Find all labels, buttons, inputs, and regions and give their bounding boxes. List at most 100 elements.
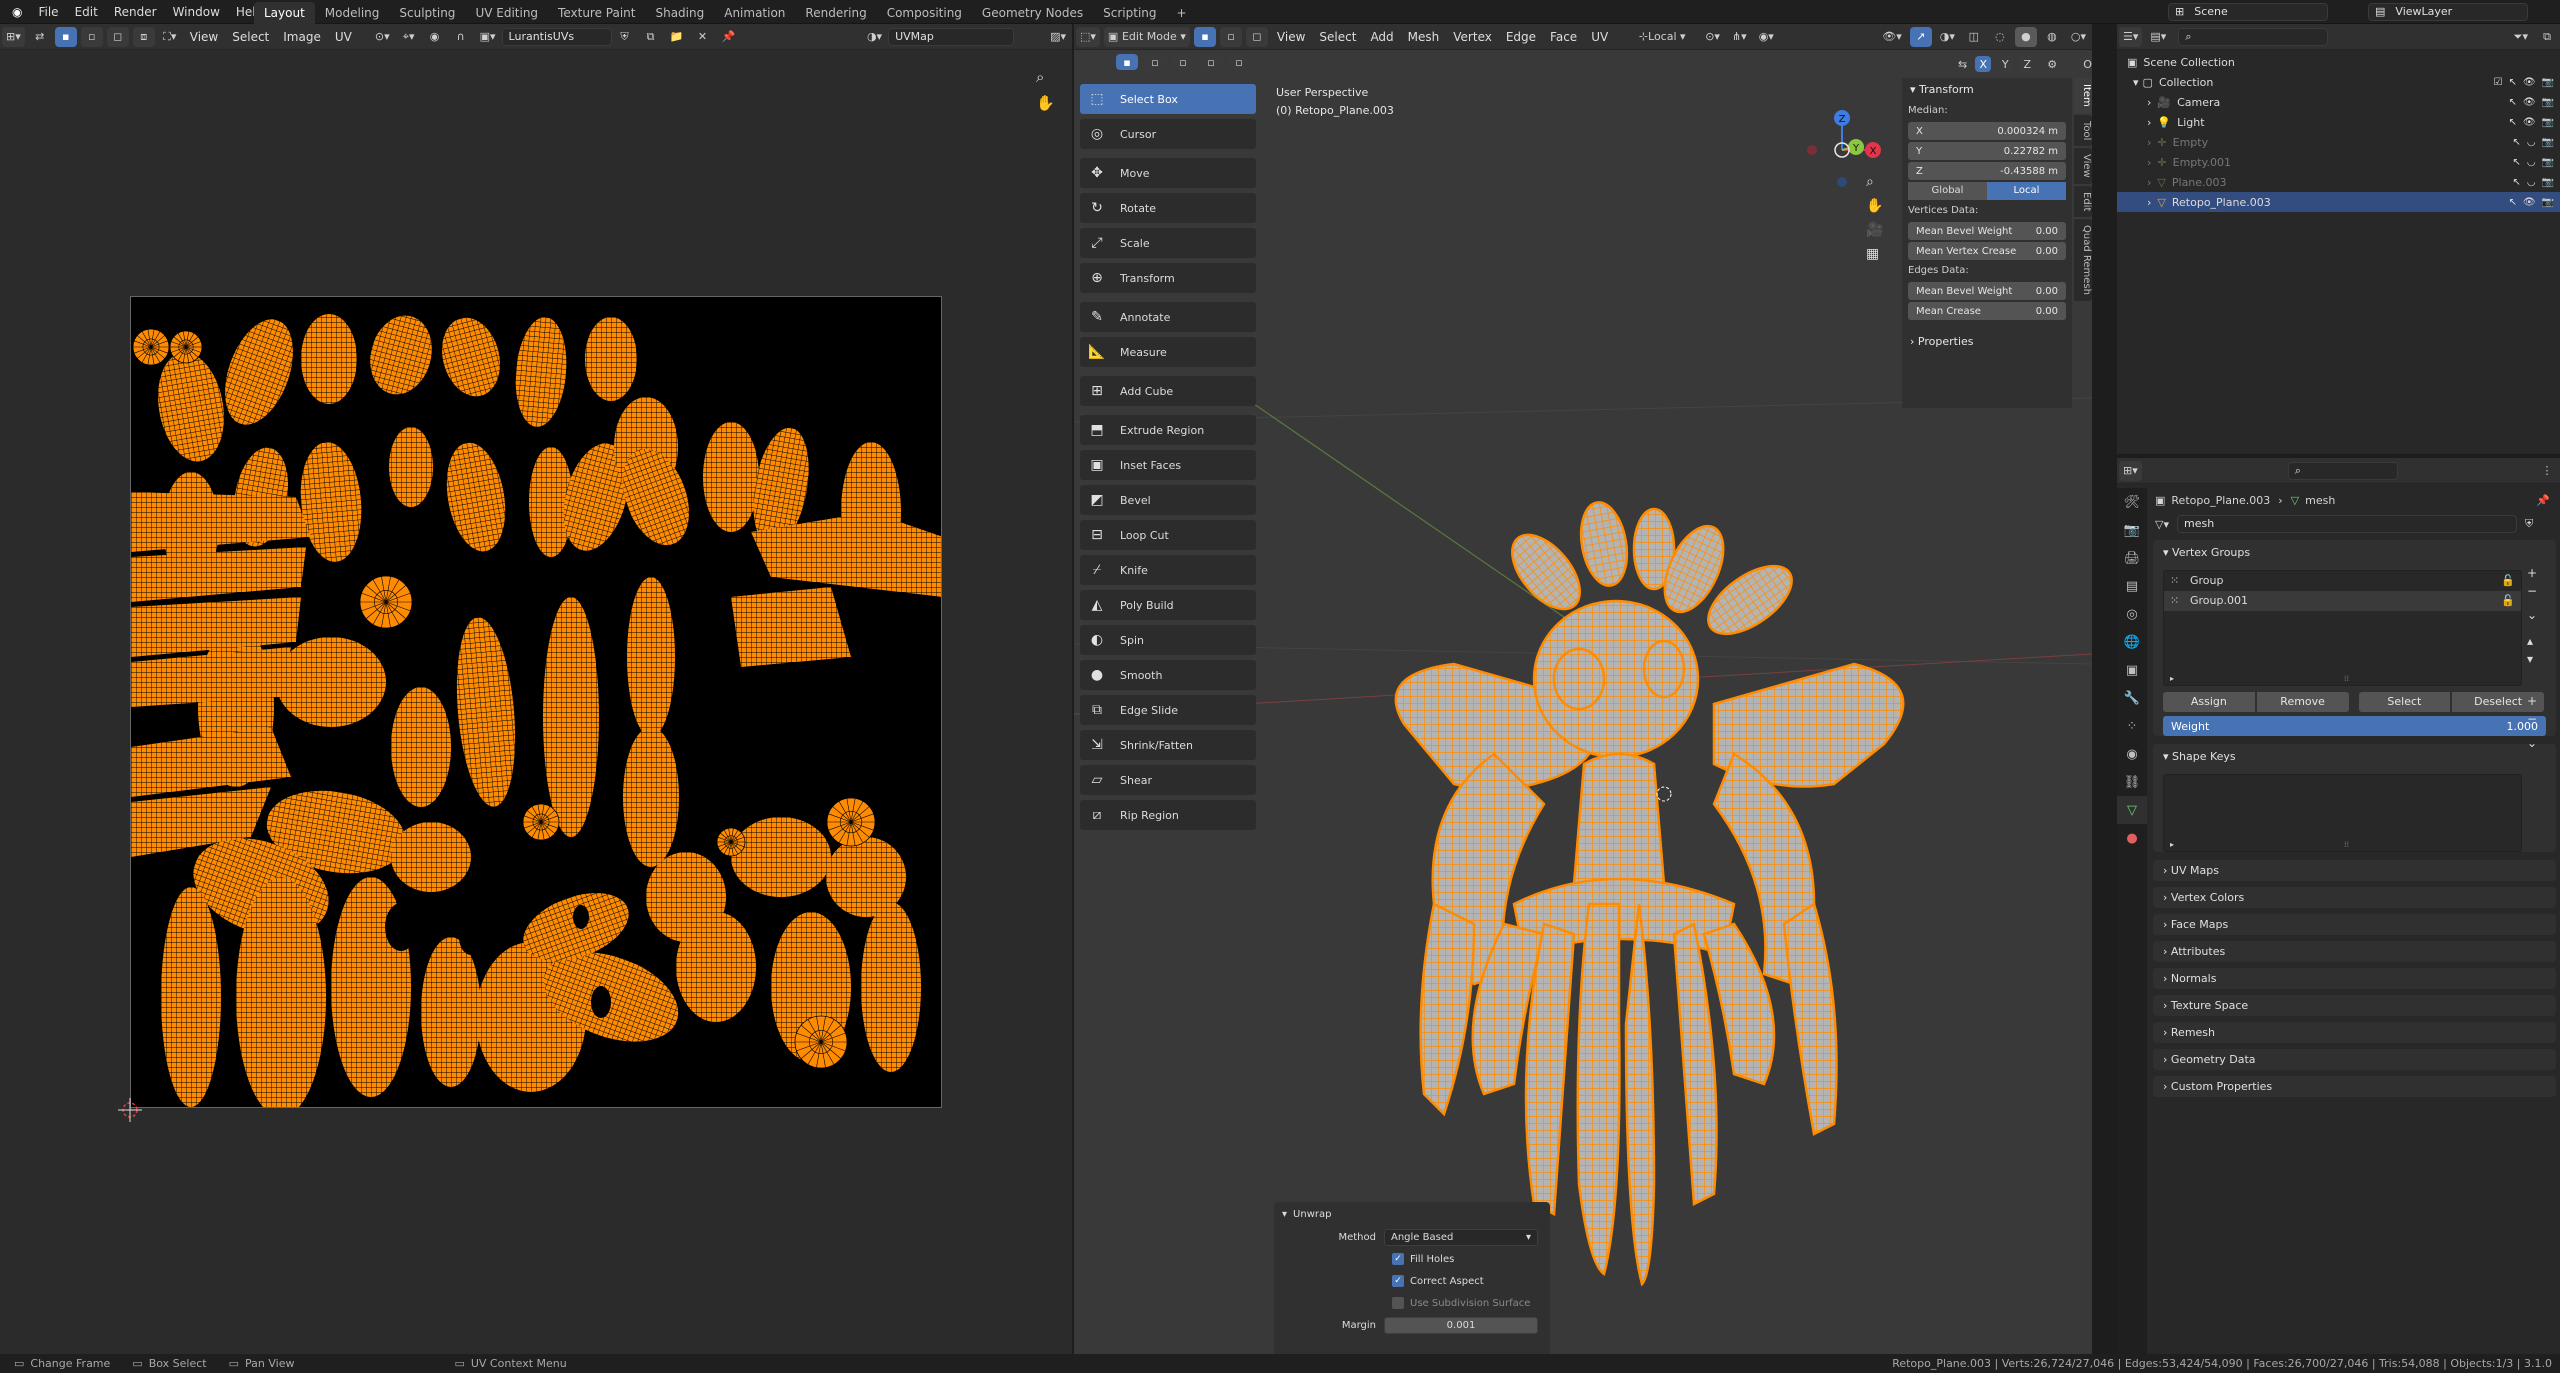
mean-bevel-weight-field[interactable]: Mean Bevel Weight 0.00 <box>1908 222 2066 240</box>
properties-panel-header[interactable]: › Properties <box>1902 330 2072 354</box>
scene-selector[interactable]: ⊞ Scene <box>2168 3 2328 21</box>
tab-uv-editing[interactable]: UV Editing <box>465 2 548 24</box>
tab-sculpting[interactable]: Sculpting <box>389 2 465 24</box>
render-tab-icon[interactable]: 📷 <box>2117 516 2147 544</box>
use-subdivision-row[interactable]: Use Subdivision Surface <box>1274 1292 1550 1314</box>
select-arrow-icon[interactable]: ↖ <box>2508 117 2516 128</box>
zoom-icon[interactable]: ⌕ <box>1036 68 1044 86</box>
assign-button[interactable]: Assign <box>2163 692 2255 712</box>
tab-quad-remesh[interactable]: Quad Remesh <box>2074 219 2092 302</box>
island-select-mode-icon[interactable]: ⧈ <box>132 26 155 47</box>
select-arrow-icon[interactable]: ↖ <box>2512 177 2520 188</box>
expand-arrow-icon[interactable]: › <box>2147 156 2151 169</box>
median-x-field[interactable]: X 0.000324 m <box>1908 122 2066 140</box>
edge-select-mode-icon[interactable]: ▫ <box>80 26 103 47</box>
tool-smooth[interactable]: ● Smooth <box>1080 660 1256 690</box>
object-tab-icon[interactable]: ▣ <box>2117 656 2147 684</box>
uv-menu-select[interactable]: Select <box>225 30 276 44</box>
section-remesh[interactable]: › Remesh <box>2153 1022 2556 1043</box>
vertex-group-item[interactable]: ⁙ Group 🔓 <box>2164 571 2521 591</box>
outliner-item[interactable]: › 💡 Light ↖ 👁 📷 <box>2117 112 2560 132</box>
tool-knife[interactable]: ⌿ Knife <box>1080 555 1256 585</box>
mean-vertex-crease-field[interactable]: Mean Vertex Crease 0.00 <box>1908 242 2066 260</box>
camera-render-icon[interactable]: 📷 <box>2542 137 2554 148</box>
world-tab-icon[interactable]: 🌐 <box>2117 628 2147 656</box>
tool-rip-region[interactable]: ⧄ Rip Region <box>1080 800 1256 830</box>
select-arrow-icon[interactable]: ↖ <box>2512 137 2520 148</box>
scene-collection-row[interactable]: ▣ Scene Collection <box>2117 52 2560 72</box>
snap-icon[interactable]: ⌖▾ <box>398 27 420 47</box>
tab-tool[interactable]: Tool <box>2074 114 2092 147</box>
sync-selection-icon[interactable]: ⇄ <box>29 27 51 47</box>
tool-spin[interactable]: ◐ Spin <box>1080 625 1256 655</box>
pin-properties-icon[interactable]: 📌 <box>2536 494 2550 507</box>
select-arrow-icon[interactable]: ↖ <box>2508 97 2516 108</box>
outliner-item[interactable]: › ✛ Empty.001 ↖ ◡ 📷 <box>2117 152 2560 172</box>
section-geometry-data[interactable]: › Geometry Data <box>2153 1049 2556 1070</box>
eye-icon[interactable]: 👁 <box>2523 97 2536 108</box>
eye-icon[interactable]: ◡ <box>2527 177 2536 188</box>
remove-shape-key-icon[interactable]: − <box>2527 712 2537 726</box>
properties-search-input[interactable]: ⌕ <box>2287 461 2398 480</box>
select-arrow-icon[interactable]: ↖ <box>2508 197 2516 208</box>
uv-map-field[interactable]: UVMap <box>888 27 1015 46</box>
tool-edge-slide[interactable]: ⧉ Edge Slide <box>1080 695 1256 725</box>
tab-view[interactable]: View <box>2074 148 2092 184</box>
lock-icon[interactable]: 🔓 <box>2501 571 2515 591</box>
section-uv-maps[interactable]: › UV Maps <box>2153 860 2556 881</box>
physics-tab-icon[interactable]: ◉ <box>2117 740 2147 768</box>
select-arrow-icon[interactable]: ↖ <box>2512 157 2520 168</box>
tab-modeling[interactable]: Modeling <box>315 2 390 24</box>
outliner-item[interactable]: › ▽ Retopo_Plane.003 ↖ 👁 📷 <box>2117 192 2560 212</box>
open-image-icon[interactable]: 📁 <box>666 27 688 47</box>
eye-icon[interactable]: 👁 <box>2523 77 2536 88</box>
camera-render-icon[interactable]: 📷 <box>2542 197 2554 208</box>
tab-layout[interactable]: Layout <box>254 2 315 24</box>
fill-holes-row[interactable]: ✓ Fill Holes <box>1274 1248 1550 1270</box>
section-attributes[interactable]: › Attributes <box>2153 941 2556 962</box>
new-collection-icon[interactable]: ⧉ <box>2536 27 2558 47</box>
tool-bevel[interactable]: ◩ Bevel <box>1080 485 1256 515</box>
mean-crease-field[interactable]: Mean Crease 0.00 <box>1908 302 2066 320</box>
local-button[interactable]: Local <box>1987 182 2066 200</box>
view-layer-selector[interactable]: ▤ ViewLayer <box>2368 3 2528 21</box>
uv-layout-canvas[interactable] <box>130 296 942 1108</box>
image-name-field[interactable]: LurantisUVs <box>501 27 612 46</box>
outliner-item[interactable]: › 🎥 Camera ↖ 👁 📷 <box>2117 92 2560 112</box>
particles-tab-icon[interactable]: ⁘ <box>2117 712 2147 740</box>
menu-render[interactable]: Render <box>106 0 165 24</box>
menu-window[interactable]: Window <box>165 0 228 24</box>
2d-cursor-icon[interactable] <box>118 1098 142 1122</box>
scene-tab-icon[interactable]: ◎ <box>2117 600 2147 628</box>
sk-list-expand-icon[interactable]: ▸ <box>2170 840 2174 849</box>
camera-view-icon[interactable]: 🎥 <box>1866 222 1883 238</box>
move-down-icon[interactable]: ▾ <box>2527 652 2537 666</box>
section-texture-space[interactable]: › Texture Space <box>2153 995 2556 1016</box>
tab-compositing[interactable]: Compositing <box>877 2 972 24</box>
uv-editor[interactable]: ⊞▾ ⇄ ▪ ▫ ◻ ⧈ ⛶▾ View Select Image UV ⊙▾ … <box>0 24 1072 1354</box>
tab-rendering[interactable]: Rendering <box>795 2 876 24</box>
vertex-group-item[interactable]: ⁙ Group.001 🔓 <box>2164 591 2521 611</box>
median-z-field[interactable]: Z -0.43588 m <box>1908 162 2066 180</box>
method-dropdown[interactable]: Angle Based ▾ <box>1384 1228 1538 1246</box>
tool-shrink-fatten[interactable]: ⇲ Shrink/Fatten <box>1080 730 1256 760</box>
modifier-tab-icon[interactable]: 🔧 <box>2117 684 2147 712</box>
uv-menu-view[interactable]: View <box>183 30 225 44</box>
tab-animation[interactable]: Animation <box>714 2 795 24</box>
sticky-selection-icon[interactable]: ⛶▾ <box>159 27 181 47</box>
section-normals[interactable]: › Normals <box>2153 968 2556 989</box>
output-tab-icon[interactable]: 🖨 <box>2117 544 2147 572</box>
global-button[interactable]: Global <box>1908 182 1987 200</box>
tool-select-box[interactable]: ⬚ Select Box <box>1080 84 1256 114</box>
camera-render-icon[interactable]: 📷 <box>2542 177 2554 188</box>
pan-hand-icon[interactable]: ✋ <box>1036 94 1055 112</box>
eye-icon[interactable]: ◡ <box>2527 137 2536 148</box>
view-layer-tab-icon[interactable]: ▤ <box>2117 572 2147 600</box>
display-channels-icon[interactable]: ▨▾ <box>1046 27 1070 47</box>
gizmo-neg-x-icon[interactable] <box>1807 145 1817 155</box>
tool-rotate[interactable]: ↻ Rotate <box>1080 193 1256 223</box>
eye-icon[interactable]: 👁 <box>2523 117 2536 128</box>
image-browse-icon[interactable]: ▣▾ <box>476 27 500 47</box>
fill-holes-checkbox[interactable]: ✓ <box>1392 1253 1404 1265</box>
remove-vertex-group-icon[interactable]: − <box>2527 584 2537 598</box>
